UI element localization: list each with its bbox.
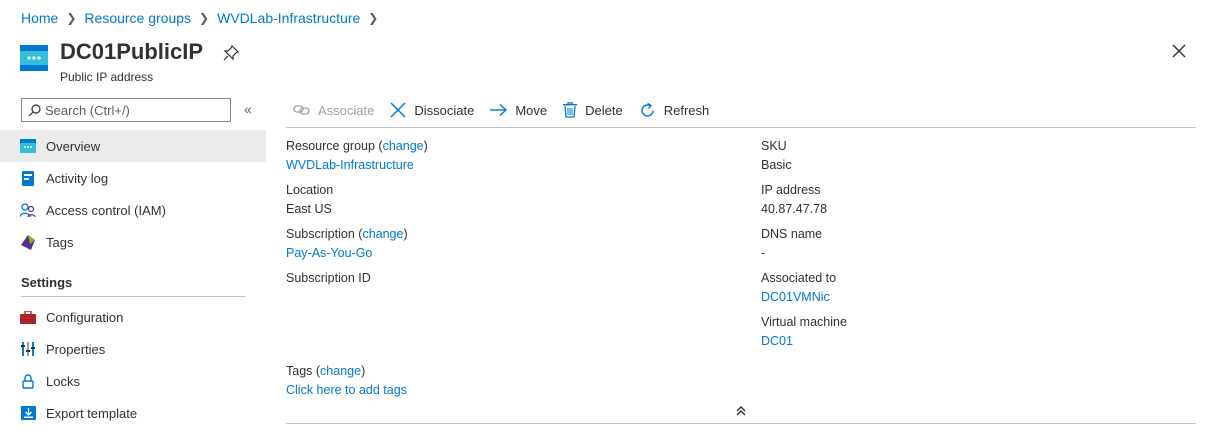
dismiss-icon [390,102,406,118]
breadcrumb-resource-groups[interactable]: Resource groups [84,10,191,26]
dns-name-label: DNS name [761,227,823,241]
overview-icon [20,138,36,154]
nav-item-properties[interactable]: Properties [0,333,266,365]
sku-label: SKU [761,139,787,153]
associated-nic-link[interactable]: DC01VMNic [761,290,830,304]
subscription-id-label: Subscription ID [286,271,371,285]
search-box [21,98,231,122]
resource-header: DC01PublicIP Public IP address [20,38,240,84]
virtual-machine-field: Virtual machine DC01 [761,314,847,350]
nav-item-label: Export template [46,405,138,421]
subscription-id-value [286,288,371,296]
sku-value: Basic [761,158,792,172]
nav-item-access-control[interactable]: Access control (IAM) [0,194,266,226]
dissociate-label: Dissociate [414,102,475,118]
ip-address-value: 40.87.47.78 [761,202,828,216]
nav-item-label: Locks [46,373,80,389]
tags-field: Tags (change) Click here to add tags [286,364,407,397]
subscription-field: Subscription (change) Pay-As-You-Go [286,227,408,260]
virtual-machine-link[interactable]: DC01 [761,334,793,348]
nav-item-tags[interactable]: Tags [0,226,266,258]
nav-item-label: Tags [46,234,74,250]
ip-address-label: IP address [761,183,821,197]
change-subscription-link[interactable]: change [362,227,403,241]
chevron-right-icon: ❯ [199,11,210,25]
move-button[interactable]: Move [490,103,547,118]
dns-name-field: DNS name - [761,226,822,262]
nav-item-configuration[interactable]: Configuration [0,301,266,333]
search-input[interactable] [45,102,215,118]
resource-group-field: Resource group (change) WVDLab-Infrastru… [286,139,428,172]
associate-label: Associate [318,102,375,118]
subscription-id-field: Subscription ID [286,270,371,296]
associate-button[interactable]: Associate [293,103,374,118]
divider [286,423,1196,424]
refresh-label: Refresh [663,102,710,118]
dns-name-value: - [761,246,766,260]
resource-group-label: Resource group [286,139,375,153]
nav-item-label: Access control (IAM) [46,202,166,218]
close-icon[interactable] [1171,43,1187,59]
chevron-right-icon: ❯ [66,11,77,25]
subscription-link[interactable]: Pay-As-You-Go [286,246,372,260]
add-tags-link[interactable]: Click here to add tags [286,383,407,397]
tags-label: Tags [286,364,313,378]
breadcrumb-home[interactable]: Home [21,10,58,26]
virtual-machine-label: Virtual machine [761,315,847,329]
associated-to-field: Associated to DC01VMNic [761,270,836,306]
location-label: Location [286,183,334,197]
command-bar: Associate Dissociate Move Delete Refresh [293,99,725,121]
nav-item-overview[interactable]: Overview [0,130,266,162]
nav-item-locks[interactable]: Locks [0,365,266,397]
toolbox-icon [20,309,36,325]
resource-group-link[interactable]: WVDLab-Infrastructure [286,158,414,172]
dissociate-button[interactable]: Dissociate [390,102,474,118]
nav-item-label: Overview [46,138,101,154]
associated-to-label: Associated to [761,271,837,285]
nav-item-export-template[interactable]: Export template [0,397,266,429]
nav-item-label: Configuration [46,309,124,325]
lock-icon [20,373,36,389]
refresh-icon [639,102,656,119]
sku-field: SKU Basic [761,138,792,174]
move-label: Move [515,102,548,118]
divider [21,296,246,297]
resource-type: Public IP address [60,70,154,84]
divider [286,127,1196,128]
breadcrumb: Home ❯ Resource groups ❯ WVDLab-Infrastr… [21,10,386,26]
delete-label: Delete [585,102,623,118]
search-icon [28,103,41,116]
delete-button[interactable]: Delete [563,102,623,118]
nav-item-label: Activity log [46,170,109,186]
settings-header: Settings [21,275,73,290]
activity-log-icon [20,170,36,186]
change-tags-link[interactable]: change [320,364,361,378]
arrow-right-icon [490,104,508,116]
tag-icon [20,234,36,250]
chevron-right-icon: ❯ [368,11,379,25]
location-field: Location East US [286,182,333,218]
subscription-label: Subscription [286,227,355,241]
nav-item-activity-log[interactable]: Activity log [0,162,266,194]
users-icon [20,202,36,218]
export-icon [20,405,36,421]
chevron-double-up-icon[interactable] [735,405,747,417]
properties-icon [20,341,36,357]
refresh-button[interactable]: Refresh [639,102,710,119]
nav-item-label: Properties [46,341,106,357]
pin-icon[interactable] [223,45,240,61]
trash-icon [563,102,578,118]
left-nav: Overview Activity log Access control (IA… [0,130,266,429]
collapse-menu-icon[interactable]: « [244,101,252,117]
location-value: East US [286,202,332,216]
breadcrumb-resource-group[interactable]: WVDLab-Infrastructure [217,10,360,26]
public-ip-icon [20,45,48,71]
link-icon [293,104,310,116]
page-title: DC01PublicIP [60,39,204,64]
change-resource-group-link[interactable]: change [383,139,424,153]
ip-address-field: IP address 40.87.47.78 [761,182,827,218]
